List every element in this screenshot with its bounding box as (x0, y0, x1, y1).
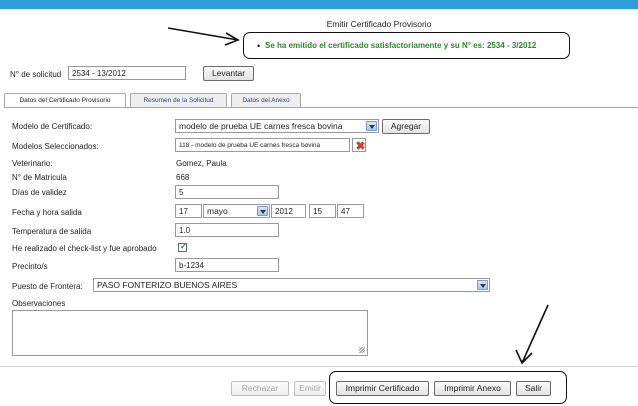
notice-bullet: • (257, 41, 261, 51)
agregar-button[interactable]: Agregar (382, 119, 430, 134)
levantar-button[interactable]: Levantar (203, 66, 254, 81)
modelo-select-value: modelo de prueba UE carnes fresca bovina (179, 121, 343, 131)
fecha-label: Fecha y hora salida (12, 208, 82, 217)
solicitud-label: N° de solicitud (10, 70, 62, 79)
delete-x-icon[interactable] (352, 138, 366, 152)
fecha-month-value: mayo (207, 206, 228, 216)
resize-grip-icon[interactable] (359, 347, 365, 353)
temperatura-label: Temperatura de salida (12, 227, 92, 236)
chevron-down-icon[interactable] (477, 280, 488, 290)
matricula-label: N° de Matricula (12, 173, 67, 182)
tab-divider (4, 107, 638, 108)
checklist-label: He realizado el check-list y fue aprobad… (12, 244, 157, 253)
tab-resumen-solicitud[interactable]: Resumen de la Solicitud (130, 93, 227, 107)
observaciones-label: Observaciones (12, 299, 66, 308)
precinto-label: Precinto/s (12, 262, 48, 271)
checkmark-icon: ✓ (180, 242, 187, 251)
matricula-value: 668 (176, 173, 190, 182)
veterinario-label: Veterinario: (12, 159, 53, 168)
arrow-to-actions-head (515, 349, 533, 365)
fecha-minute-input[interactable]: 47 (337, 204, 364, 218)
veterinario-value: Gomez, Paula (176, 159, 227, 168)
temperatura-input[interactable]: 1.0 (175, 223, 279, 237)
seleccionados-field: 118 - modelo de prueba UE carnes fresca … (175, 138, 350, 152)
arrow-to-actions (521, 304, 549, 364)
fecha-year-input[interactable]: 2012 (271, 204, 306, 218)
fecha-day-input[interactable]: 17 (175, 204, 202, 218)
solicitud-input[interactable]: 2534 - 13/2012 (68, 66, 186, 80)
checklist-checkbox[interactable]: ✓ (178, 242, 187, 252)
seleccionados-label: Modelos Seleccionados: (12, 142, 99, 151)
rechazar-button[interactable]: Rechazar (231, 381, 289, 396)
frontera-select[interactable]: PASO FONTERIZO BUENOS AIRES (93, 278, 490, 292)
emitir-button[interactable]: Emitir (294, 381, 326, 396)
success-notice: • Se ha emitido el certificado satisfact… (243, 32, 570, 59)
salir-button[interactable]: Salir (516, 381, 551, 396)
tab-datos-certificado[interactable]: Datos del Certificado Provisorio (4, 93, 126, 108)
tab-datos-anexo[interactable]: Datos del Anexo (231, 93, 301, 107)
modelo-label: Modelo de Certificado: (12, 122, 93, 131)
imprimir-anexo-button[interactable]: Imprimir Anexo (434, 381, 511, 396)
dias-label: Días de validez (12, 188, 67, 197)
fecha-hour-input[interactable]: 15 (309, 204, 336, 218)
modelo-select[interactable]: modelo de prueba UE carnes fresca bovina (175, 119, 379, 133)
fecha-month-select[interactable]: mayo (203, 204, 270, 218)
observaciones-textarea[interactable] (12, 310, 368, 356)
frontera-label: Puesto de Frontera: (12, 282, 83, 291)
notice-message: Se ha emitido el certificado satisfactor… (265, 41, 537, 50)
chevron-down-icon[interactable] (257, 206, 268, 216)
chevron-down-icon[interactable] (366, 121, 377, 131)
footer-divider (0, 366, 638, 367)
frontera-select-value: PASO FONTERIZO BUENOS AIRES (97, 280, 238, 290)
dias-input[interactable]: 5 (175, 185, 279, 199)
imprimir-certificado-button[interactable]: Imprimir Certificado (336, 381, 429, 396)
precinto-input[interactable]: b-1234 (175, 258, 279, 272)
